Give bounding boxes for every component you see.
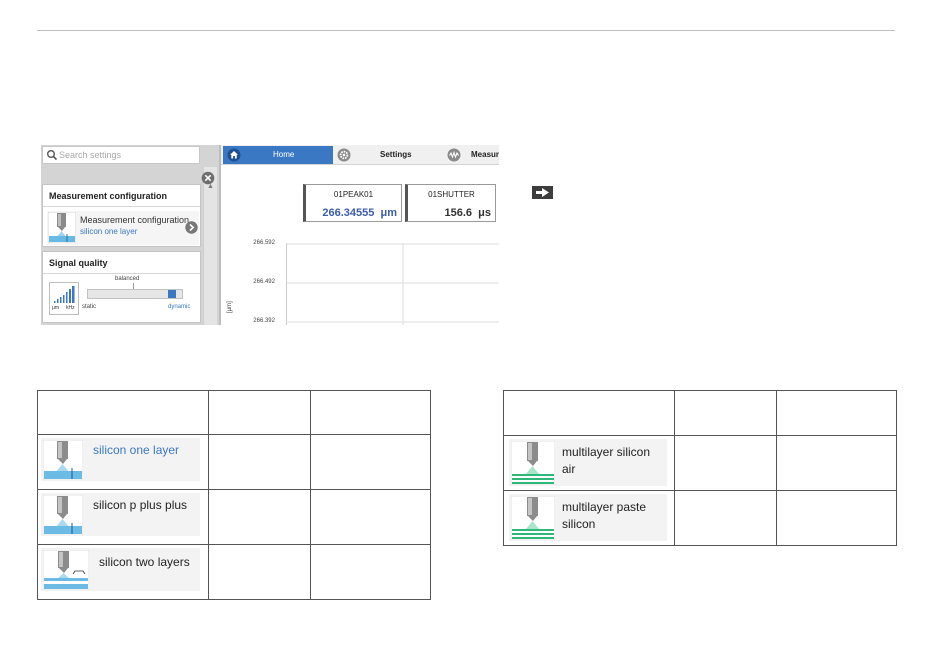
table-cell: multilayer silicon air — [502, 435, 676, 491]
table-cell — [309, 489, 432, 545]
readout-shutter-value: 156.6 μs — [444, 207, 491, 219]
close-icon[interactable] — [201, 171, 215, 185]
configuration-table-left: silicon one layer silicon p plus plus si… — [36, 390, 432, 600]
readout-peak-name: 01PEAK01 — [333, 190, 374, 199]
table-cell: silicon one layer — [36, 434, 210, 490]
table-header-cell — [674, 390, 777, 436]
configuration-table-right: multilayer silicon air multilayer paste … — [502, 390, 898, 546]
readout-shutter[interactable]: 01SHUTTER 156.6 μs — [405, 184, 496, 222]
plot-ytick: 266.492 — [253, 279, 275, 285]
signal-quality-slider[interactable] — [87, 289, 183, 299]
config-item-silicon-one-layer[interactable]: silicon one layer — [41, 438, 201, 481]
sensor-silicon-p-plus-plus-icon — [43, 495, 83, 535]
config-item-silicon-p-plus-plus[interactable]: silicon p plus plus — [41, 493, 201, 536]
config-item-label: multilayer silicon air — [562, 445, 651, 476]
table-cell: silicon two layers — [36, 544, 210, 600]
table-header-cell — [36, 390, 210, 435]
table-header-row — [36, 390, 432, 435]
arrow-right-icon — [532, 186, 553, 199]
table-header-cell — [309, 390, 432, 435]
config-item-label: silicon one layer — [93, 443, 180, 457]
measurement-configuration-item[interactable]: Measurement configuration silicon one la… — [47, 211, 199, 245]
table-header-cell — [208, 390, 311, 435]
readout-peak-value: 266.34555 μm — [322, 207, 397, 219]
signal-quality-heading: Signal quality — [43, 252, 200, 274]
signal-quality-panel: Signal quality μm kHz balanced static dy… — [42, 251, 201, 323]
top-divider — [37, 30, 895, 31]
table-row: silicon two layers — [36, 544, 432, 600]
sensor-silicon-one-layer-icon — [43, 440, 83, 480]
sensor-silicon-two-layers-icon — [43, 550, 89, 590]
readout-shutter-name: 01SHUTTER — [428, 190, 475, 199]
table-header-cell — [775, 390, 898, 436]
signal-quality-unit-right: kHz — [66, 305, 75, 311]
measurement-configuration-panel: Measurement configuration Measurement co… — [42, 184, 201, 247]
plot-ylabel: [µm] — [227, 301, 233, 313]
config-item-multilayer-paste-silicon[interactable]: multilayer paste silicon — [509, 494, 668, 541]
table-header-row — [502, 390, 898, 436]
table-cell: multilayer paste silicon — [502, 490, 676, 546]
table-cell — [775, 490, 898, 546]
tab-home[interactable]: Home — [223, 146, 333, 164]
table-cell: silicon p plus plus — [36, 489, 210, 545]
table-cell — [775, 435, 898, 491]
signal-quality-balanced-label: balanced — [115, 276, 140, 282]
software-screenshot: ▲ Measurement configuration Measureme — [41, 145, 499, 325]
plot-area — [286, 243, 499, 325]
table-cell — [309, 544, 432, 600]
tab-settings[interactable]: Settings — [335, 146, 443, 164]
config-item-label: silicon p plus plus — [93, 498, 188, 512]
table-cell — [208, 434, 311, 490]
gear-icon — [337, 148, 351, 162]
tab-home-label: Home — [273, 150, 295, 159]
table-cell — [208, 544, 311, 600]
search-box[interactable] — [42, 146, 200, 164]
search-icon — [47, 150, 58, 161]
signal-quality-dynamic-label: dynamic — [168, 304, 191, 310]
config-item-label: multilayer paste silicon — [562, 500, 647, 531]
signal-quality-slider-thumb[interactable] — [168, 290, 176, 298]
signal-quality-unit-left: μm — [52, 305, 60, 311]
config-item-multilayer-silicon-air[interactable]: multilayer silicon air — [509, 439, 668, 486]
main-view: Home Settings Measure 01PEAK01 266. — [221, 145, 499, 325]
signal-quality-static-label: static — [82, 304, 97, 310]
table-row: multilayer paste silicon — [502, 490, 898, 546]
settings-sidebar: ▲ Measurement configuration Measureme — [41, 145, 221, 325]
table-cell — [674, 490, 777, 546]
measurement-configuration-item-title: Measurement configuration — [80, 215, 190, 225]
tab-measure[interactable]: Measure — [445, 146, 499, 164]
tab-measure-label: Measure — [471, 150, 499, 159]
tab-settings-label: Settings — [380, 150, 412, 159]
measurement-configuration-item-value: silicon one layer — [80, 227, 138, 236]
search-input[interactable] — [59, 148, 197, 162]
sensor-multilayer-silicon-air-icon — [511, 441, 555, 485]
table-cell — [309, 434, 432, 490]
sensor-silicon-one-layer-icon — [48, 212, 76, 243]
signal-quality-bars-icon: μm kHz — [49, 282, 79, 315]
table-row: silicon p plus plus — [36, 489, 432, 545]
sidebar-scrollbar[interactable]: ▲ — [203, 167, 217, 325]
chevron-right-icon[interactable] — [185, 221, 198, 234]
plot-ytick: 266.592 — [253, 240, 275, 246]
table-row: multilayer silicon air — [502, 435, 898, 491]
measurement-configuration-heading: Measurement configuration — [43, 185, 200, 207]
table-cell — [674, 435, 777, 491]
table-header-cell — [502, 390, 676, 436]
config-item-label: silicon two layers — [99, 555, 190, 569]
waveform-icon — [447, 148, 461, 162]
home-icon — [227, 148, 241, 162]
readout-peak[interactable]: 01PEAK01 266.34555 μm — [303, 184, 402, 222]
sensor-multilayer-paste-silicon-icon — [511, 496, 555, 540]
main-tabbar: Home Settings Measure — [221, 145, 499, 165]
table-cell — [208, 489, 311, 545]
config-item-silicon-two-layers[interactable]: silicon two layers — [41, 548, 201, 591]
table-row: silicon one layer — [36, 434, 432, 490]
plot-ytick: 266.392 — [253, 318, 275, 324]
